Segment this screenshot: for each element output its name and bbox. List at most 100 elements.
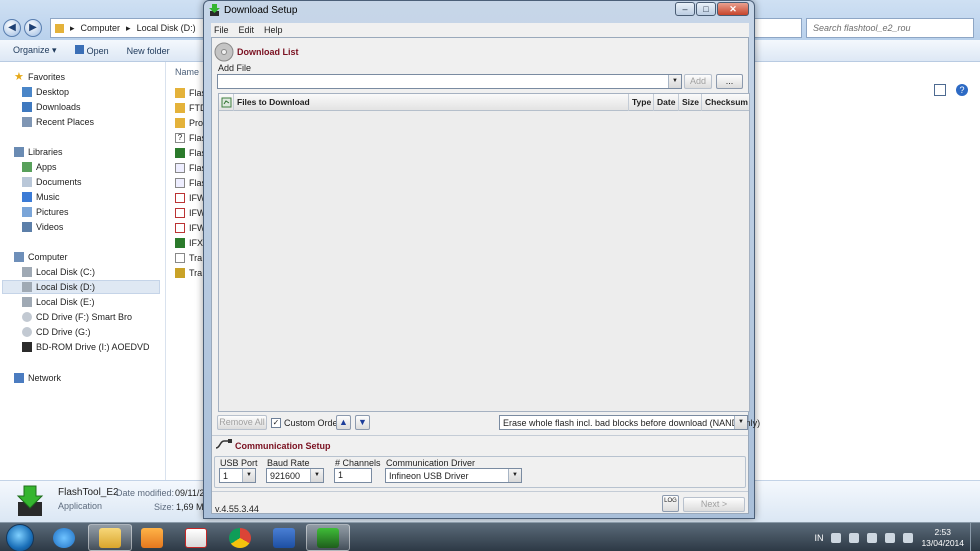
back-icon[interactable]: ◀ <box>3 19 21 37</box>
taskbar-explorer[interactable] <box>88 524 132 551</box>
files-table[interactable]: Files to Download Type Date Size Checksu… <box>218 93 750 412</box>
file-row[interactable]: IFW <box>175 221 206 235</box>
nav-recent[interactable]: Recent Places <box>22 115 94 129</box>
column-type[interactable]: Type <box>628 94 653 111</box>
show-hidden-icons-icon[interactable] <box>831 532 842 543</box>
taskbar-internet-explorer[interactable] <box>42 524 86 551</box>
taskbar-app-flash[interactable] <box>130 524 174 551</box>
maximize-button[interactable]: □ <box>696 2 716 16</box>
custom-order-checkbox[interactable]: ✓ <box>271 418 281 428</box>
file-row[interactable]: Flas <box>175 161 206 175</box>
column-name-header[interactable]: Name <box>175 67 199 77</box>
nav-cd-f[interactable]: CD Drive (F:) Smart Bro <box>22 310 132 324</box>
start-button[interactable] <box>6 524 34 551</box>
nav-desktop[interactable]: Desktop <box>22 85 69 99</box>
breadcrumb-computer[interactable]: Computer <box>81 23 121 33</box>
network-icon[interactable] <box>867 532 878 543</box>
remove-all-button[interactable]: Remove All <box>217 415 267 430</box>
chevron-down-icon[interactable]: ▼ <box>242 469 255 482</box>
file-row[interactable]: Flas <box>175 146 206 160</box>
pdf-file-icon <box>175 193 185 203</box>
close-button[interactable]: ✕ <box>717 2 749 16</box>
power-icon[interactable] <box>903 532 914 543</box>
usb-port-select[interactable]: 1 ▼ <box>219 468 256 483</box>
nav-documents[interactable]: Documents <box>22 175 82 189</box>
action-center-icon[interactable] <box>849 532 860 543</box>
channels-input[interactable]: 1 <box>334 468 372 483</box>
erase-option-select[interactable]: Erase whole flash incl. bad blocks befor… <box>499 415 760 430</box>
nav-network[interactable]: Network <box>14 371 61 385</box>
window-titlebar[interactable]: Download Setup – □ ✕ <box>204 1 754 21</box>
address-bar[interactable]: ▸ Computer ▸ Local Disk (D:) <box>50 18 205 38</box>
clock-date: 13/04/2014 <box>921 537 964 548</box>
nav-videos[interactable]: Videos <box>22 220 63 234</box>
new-folder-button[interactable]: New folder <box>127 46 170 56</box>
taskbar-chrome[interactable] <box>218 524 262 551</box>
column-checksum[interactable]: Checksum <box>701 94 749 111</box>
column-files-to-download[interactable]: Files to Download <box>233 94 628 111</box>
nav-downloads[interactable]: Downloads <box>22 100 81 114</box>
menu-edit[interactable]: Edit <box>239 25 255 35</box>
file-row[interactable]: Flas <box>175 176 206 190</box>
nav-music[interactable]: Music <box>22 190 60 204</box>
forward-icon[interactable]: ▶ <box>24 19 42 37</box>
open-button[interactable]: Open <box>74 45 109 56</box>
show-desktop-button[interactable] <box>970 523 980 551</box>
nav-libraries[interactable]: Libraries <box>14 145 63 159</box>
log-button[interactable]: LOG <box>662 495 679 512</box>
pictures-icon <box>22 207 32 217</box>
breadcrumb-disk-d[interactable]: Local Disk (D:) <box>137 23 196 33</box>
nav-favorites[interactable]: ★ Favorites <box>14 70 65 84</box>
volume-icon[interactable] <box>885 532 896 543</box>
chevron-down-icon[interactable]: ▼ <box>508 469 521 482</box>
add-file-input[interactable]: ▼ <box>217 74 682 89</box>
minimize-button[interactable]: – <box>675 2 695 16</box>
file-row[interactable]: FTD <box>175 101 207 115</box>
disk-icon <box>22 282 32 292</box>
nav-bd-i[interactable]: BD-ROM Drive (I:) AOEDVD <box>22 340 150 354</box>
refresh-icon[interactable] <box>221 97 232 108</box>
add-button[interactable]: Add <box>684 74 712 89</box>
chevron-down-icon[interactable]: ▼ <box>734 416 747 429</box>
view-options-icon[interactable] <box>934 84 946 96</box>
chevron-down-icon[interactable]: ▼ <box>668 75 681 88</box>
file-row[interactable]: Flas <box>175 86 206 100</box>
column-date[interactable]: Date <box>653 94 678 111</box>
chevron-down-icon[interactable]: ▼ <box>310 469 323 482</box>
file-row[interactable]: IFW <box>175 191 206 205</box>
nav-cd-g[interactable]: CD Drive (G:) <box>22 325 91 339</box>
nav-pictures[interactable]: Pictures <box>22 205 69 219</box>
taskbar-word[interactable] <box>262 524 306 551</box>
move-up-button[interactable]: ▲ <box>336 415 351 430</box>
column-size[interactable]: Size <box>678 94 701 111</box>
browse-button[interactable]: ... <box>716 74 743 89</box>
help-icon[interactable]: ? <box>956 84 968 96</box>
nav-disk-e[interactable]: Local Disk (E:) <box>22 295 95 309</box>
menu-help[interactable]: Help <box>264 25 283 35</box>
nav-computer[interactable]: Computer <box>14 250 68 264</box>
nav-disk-c[interactable]: Local Disk (C:) <box>22 265 95 279</box>
details-size-value: 1,69 M <box>176 502 204 512</box>
config-file-icon <box>175 178 185 188</box>
search-input[interactable]: Search flashtool_e2_rou <box>806 18 974 38</box>
menu-file[interactable]: File <box>214 25 229 35</box>
flashtool-app-icon <box>16 485 44 516</box>
address-bar-end[interactable] <box>752 18 802 38</box>
file-row[interactable]: Tra <box>175 251 202 265</box>
communication-driver-select[interactable]: Infineon USB Driver ▼ <box>385 468 522 483</box>
organize-button[interactable]: Organize ▾ <box>13 45 57 56</box>
file-row[interactable]: ? Flas <box>175 131 206 145</box>
file-row[interactable]: IFW <box>175 206 206 220</box>
file-row[interactable]: Pro <box>175 116 203 130</box>
clock[interactable]: 2:53 13/04/2014 <box>921 527 964 549</box>
nav-apps[interactable]: Apps <box>22 160 57 174</box>
file-row[interactable]: Tra <box>175 266 202 280</box>
move-down-button[interactable]: ▼ <box>355 415 370 430</box>
language-indicator[interactable]: IN <box>814 533 823 543</box>
nav-disk-d[interactable]: Local Disk (D:) <box>2 280 160 294</box>
next-button[interactable]: Next > <box>683 497 745 512</box>
taskbar-flashtool[interactable] <box>306 524 350 551</box>
file-row[interactable]: IFX <box>175 236 203 250</box>
baud-rate-select[interactable]: 921600 ▼ <box>266 468 324 483</box>
taskbar-smart-bro[interactable] <box>174 524 218 551</box>
